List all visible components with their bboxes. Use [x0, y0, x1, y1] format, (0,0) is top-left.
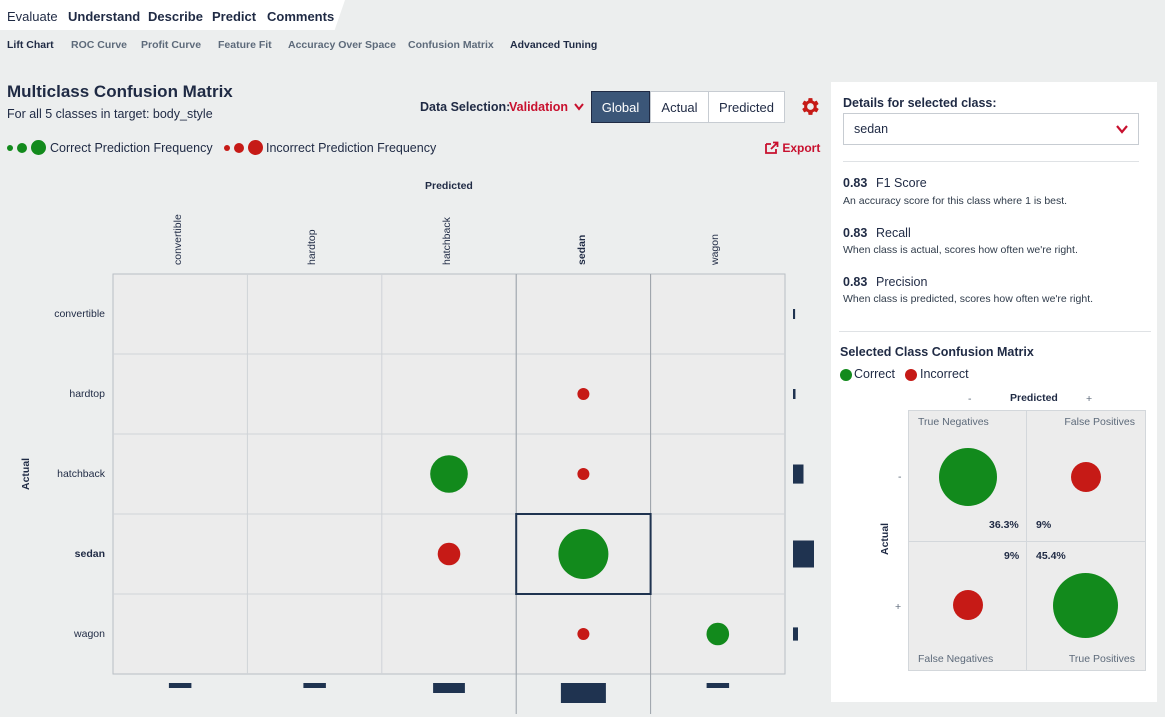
- incorrect-legend-icon: [905, 369, 917, 381]
- incorrect-bubble-wagon-sedan: [577, 628, 590, 640]
- recall-value: 0.83: [843, 226, 868, 240]
- recall-label: Recall: [876, 226, 911, 240]
- actual-total-bar-hardtop: [793, 389, 796, 399]
- mini-legend-correct: Correct: [854, 367, 895, 381]
- incorrect-bubble-hardtop-sedan: [577, 388, 590, 400]
- predicted-total-bar-convertible: [168, 683, 192, 688]
- precision-desc: When class is predicted, scores how ofte…: [843, 293, 1094, 305]
- false-negatives-label: False Negatives: [918, 653, 994, 665]
- false-negatives-pct: 9%: [1004, 550, 1020, 562]
- mini-minus-row: -: [898, 471, 902, 483]
- mini-legend-incorrect: Incorrect: [920, 367, 969, 381]
- details-heading: Details for selected class:: [843, 96, 997, 110]
- chevron-down-icon: [1116, 125, 1128, 134]
- correct-bubble-hatchback-hatchback: [430, 455, 468, 493]
- class-select[interactable]: sedan: [843, 113, 1139, 145]
- mini-matrix: True Negatives False Positives False Neg…: [908, 410, 1146, 671]
- true-negatives-label: True Negatives: [918, 416, 989, 428]
- false-positives-pct: 9%: [1036, 519, 1052, 531]
- f1-score-label: F1 Score: [876, 176, 927, 190]
- true-positives-pct: 45.4%: [1036, 550, 1066, 562]
- false-positives-label: False Positives: [1064, 416, 1135, 428]
- true-positives-bubble: [1053, 573, 1118, 638]
- mini-plus-row: +: [895, 601, 902, 613]
- false-positives-bubble: [1071, 462, 1101, 492]
- mini-plus-col: +: [1086, 393, 1093, 405]
- f1-score-desc: An accuracy score for this class where 1…: [843, 195, 1068, 207]
- actual-total-bar-sedan: [793, 540, 814, 568]
- actual-total-bar-convertible: [793, 309, 796, 319]
- true-negatives-pct: 36.3%: [989, 519, 1019, 531]
- divider: [839, 331, 1151, 332]
- correct-legend-icon: [840, 369, 852, 381]
- incorrect-bubble-sedan-hatchback: [437, 542, 461, 566]
- confusion-matrix-grid[interactable]: [0, 0, 830, 717]
- predicted-total-bar-sedan: [560, 683, 606, 703]
- correct-bubble-sedan-sedan: [558, 529, 609, 579]
- class-select-value: sedan: [854, 122, 889, 136]
- predicted-total-bar-hardtop: [303, 683, 326, 688]
- f1-score-value: 0.83: [843, 176, 868, 190]
- correct-bubble-wagon-wagon: [706, 622, 730, 646]
- false-negatives-bubble: [953, 590, 983, 620]
- mini-predicted-label: Predicted: [1010, 392, 1058, 404]
- recall-desc: When class is actual, scores how often w…: [843, 244, 1078, 256]
- predicted-total-bar-hatchback: [433, 683, 465, 693]
- divider: [909, 541, 1145, 542]
- precision-label: Precision: [876, 275, 928, 289]
- true-negatives-bubble: [939, 448, 997, 506]
- incorrect-bubble-hatchback-sedan: [577, 468, 590, 480]
- mini-matrix-heading: Selected Class Confusion Matrix: [840, 345, 1034, 359]
- true-positives-label: True Positives: [1068, 653, 1135, 665]
- mini-actual-label: Actual: [879, 522, 891, 555]
- divider: [843, 161, 1139, 162]
- actual-total-bar-wagon: [793, 627, 798, 641]
- details-panel: Details for selected class: sedan 0.83 F…: [831, 82, 1157, 702]
- predicted-total-bar-wagon: [706, 683, 730, 688]
- mini-minus-col: -: [968, 393, 972, 405]
- actual-total-bar-hatchback: [793, 464, 804, 484]
- precision-value: 0.83: [843, 275, 868, 289]
